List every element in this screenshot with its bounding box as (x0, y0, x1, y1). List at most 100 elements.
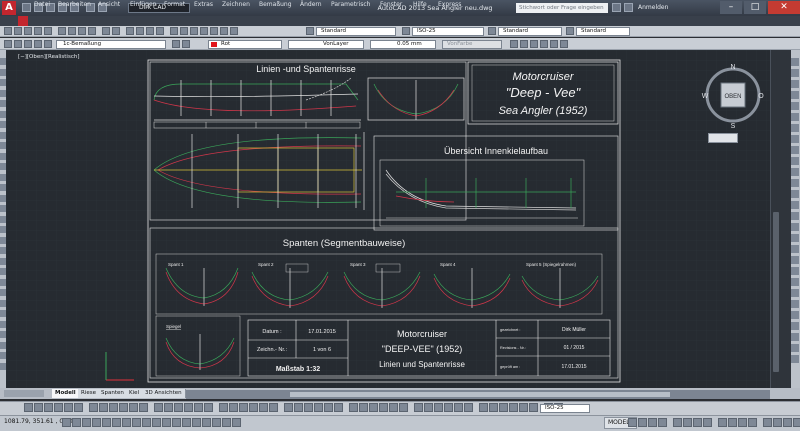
print-icon[interactable] (34, 27, 42, 35)
draw-tool-20-icon[interactable] (0, 257, 6, 265)
dimension-tool-3-icon[interactable] (44, 403, 53, 412)
drafting-setting-13-icon[interactable] (182, 418, 191, 427)
drafting-setting-11-icon[interactable] (162, 418, 171, 427)
draw-tool-29-icon[interactable] (0, 352, 6, 359)
draw-tool-18-icon[interactable] (0, 236, 6, 244)
dimension-tool-29-icon[interactable] (324, 403, 333, 412)
user-icon[interactable] (624, 3, 633, 12)
color-combo[interactable]: Rot (208, 40, 282, 49)
zoom-previous-icon[interactable] (156, 27, 164, 35)
draw-tool-25-icon[interactable] (0, 310, 6, 317)
ucs-view-icon[interactable] (560, 40, 568, 48)
dimension-tool-36-icon[interactable] (399, 403, 408, 412)
dimension-tool-44-icon[interactable] (489, 403, 498, 412)
copy-icon[interactable] (68, 27, 76, 35)
horizontal-scroll-thumb[interactable] (290, 392, 670, 397)
draw-tool-24-icon[interactable] (0, 299, 6, 307)
zoom-window-icon[interactable] (146, 27, 154, 35)
draw-tool-8-icon[interactable] (0, 131, 6, 139)
status-tray-2-icon[interactable] (638, 418, 647, 427)
modify-tool-8-icon[interactable] (791, 135, 799, 143)
dim-style-combo[interactable]: ISO-25 (412, 27, 484, 36)
dimension-tool-42-icon[interactable] (464, 403, 473, 412)
menu-datei[interactable]: Datei (34, 0, 50, 10)
modify-tool-15-icon[interactable] (791, 212, 799, 220)
draw-tool-15-icon[interactable] (0, 205, 6, 212)
status-tray-13-icon[interactable] (763, 418, 772, 427)
status-tray-4-icon[interactable] (658, 418, 667, 427)
modify-tool-24-icon[interactable] (791, 311, 799, 319)
dimension-tool-2-icon[interactable] (34, 403, 43, 412)
save-icon[interactable] (24, 27, 32, 35)
modify-tool-26-icon[interactable] (791, 333, 799, 341)
open-icon[interactable] (14, 27, 22, 35)
properties-icon[interactable] (170, 27, 178, 35)
drafting-setting-7-icon[interactable] (122, 418, 131, 427)
status-tray-16-icon[interactable] (793, 418, 800, 427)
modify-tool-12-icon[interactable] (791, 179, 799, 187)
search-input[interactable]: Stichwort oder Frage eingeben (516, 3, 608, 13)
ucs-previous-icon[interactable] (530, 40, 538, 48)
dimension-tool-25-icon[interactable] (284, 403, 293, 412)
dimension-tool-43-icon[interactable] (479, 403, 488, 412)
compass-south[interactable]: S (731, 123, 736, 130)
layer-combo[interactable]: 1c-Bemaßung (56, 40, 166, 49)
dimension-tool-9-icon[interactable] (109, 403, 118, 412)
cut-icon[interactable] (58, 27, 66, 35)
dimension-tool-47-icon[interactable] (519, 403, 528, 412)
dimension-tool-30-icon[interactable] (334, 403, 343, 412)
ucs-menu-button[interactable] (708, 133, 738, 143)
dimension-tool-16-icon[interactable] (184, 403, 193, 412)
tab-riese[interactable]: Riese (78, 389, 100, 398)
draw-tool-12-icon[interactable] (0, 173, 6, 181)
login-button[interactable]: Anmelden (638, 2, 668, 14)
modify-tool-6-icon[interactable] (791, 113, 799, 121)
draw-tool-17-icon[interactable] (0, 226, 6, 233)
menu-einfuegen[interactable]: Einfügen (130, 0, 156, 10)
dimension-tool-37-icon[interactable] (414, 403, 423, 412)
drawing-canvas[interactable]: Linien -und Spantenrisse Motorcruiser "D… (6, 50, 770, 388)
draw-tool-13-icon[interactable] (0, 184, 6, 191)
tab-spanten[interactable]: Spanten (98, 389, 128, 398)
draw-tool-7-icon[interactable] (0, 121, 6, 128)
menu-bearbeiten[interactable]: Bearbeiten (58, 0, 91, 10)
redo-icon[interactable] (112, 27, 120, 35)
drafting-setting-9-icon[interactable] (142, 418, 151, 427)
modify-tool-27-icon[interactable] (791, 344, 799, 352)
paste-icon[interactable] (78, 27, 86, 35)
dimension-tool-19-icon[interactable] (219, 403, 228, 412)
draw-tool-4-icon[interactable] (0, 89, 6, 97)
drafting-setting-18-icon[interactable] (232, 418, 241, 427)
modify-tool-18-icon[interactable] (791, 245, 799, 253)
tab-3d-ansichten[interactable]: 3D Ansichten (142, 389, 186, 398)
sheet-set-icon[interactable] (200, 27, 208, 35)
draw-tool-21-icon[interactable] (0, 268, 6, 275)
layer-manager-icon[interactable] (4, 40, 12, 48)
modify-tool-21-icon[interactable] (791, 278, 799, 286)
linetype-combo[interactable]: VonLayer (288, 40, 364, 49)
match-properties-icon[interactable] (88, 27, 96, 35)
status-tray-7-icon[interactable] (693, 418, 702, 427)
calculator-icon[interactable] (220, 27, 228, 35)
draw-tool-1-icon[interactable] (0, 58, 6, 65)
dimension-tool-18-icon[interactable] (204, 403, 213, 412)
dimension-tool-1-icon[interactable] (24, 403, 33, 412)
dimension-tool-32-icon[interactable] (359, 403, 368, 412)
zoom-realtime-icon[interactable] (136, 27, 144, 35)
modify-tool-16-icon[interactable] (791, 223, 799, 231)
draw-tool-11-icon[interactable] (0, 163, 6, 170)
dimension-tool-17-icon[interactable] (194, 403, 203, 412)
dimension-tool-28-icon[interactable] (314, 403, 323, 412)
dimension-tool-13-icon[interactable] (154, 403, 163, 412)
dimension-tool-7-icon[interactable] (89, 403, 98, 412)
modify-tool-11-icon[interactable] (791, 168, 799, 176)
draw-tool-9-icon[interactable] (0, 142, 6, 149)
menu-hilfe[interactable]: Hilfe (413, 0, 427, 10)
dimension-tool-14-icon[interactable] (164, 403, 173, 412)
drafting-setting-3-icon[interactable] (82, 418, 91, 427)
new-file-icon[interactable] (22, 3, 31, 12)
draw-tool-10-icon[interactable] (0, 152, 6, 160)
compass-east[interactable]: O (758, 93, 764, 100)
drafting-setting-12-icon[interactable] (172, 418, 181, 427)
dimension-tool-23-icon[interactable] (259, 403, 268, 412)
